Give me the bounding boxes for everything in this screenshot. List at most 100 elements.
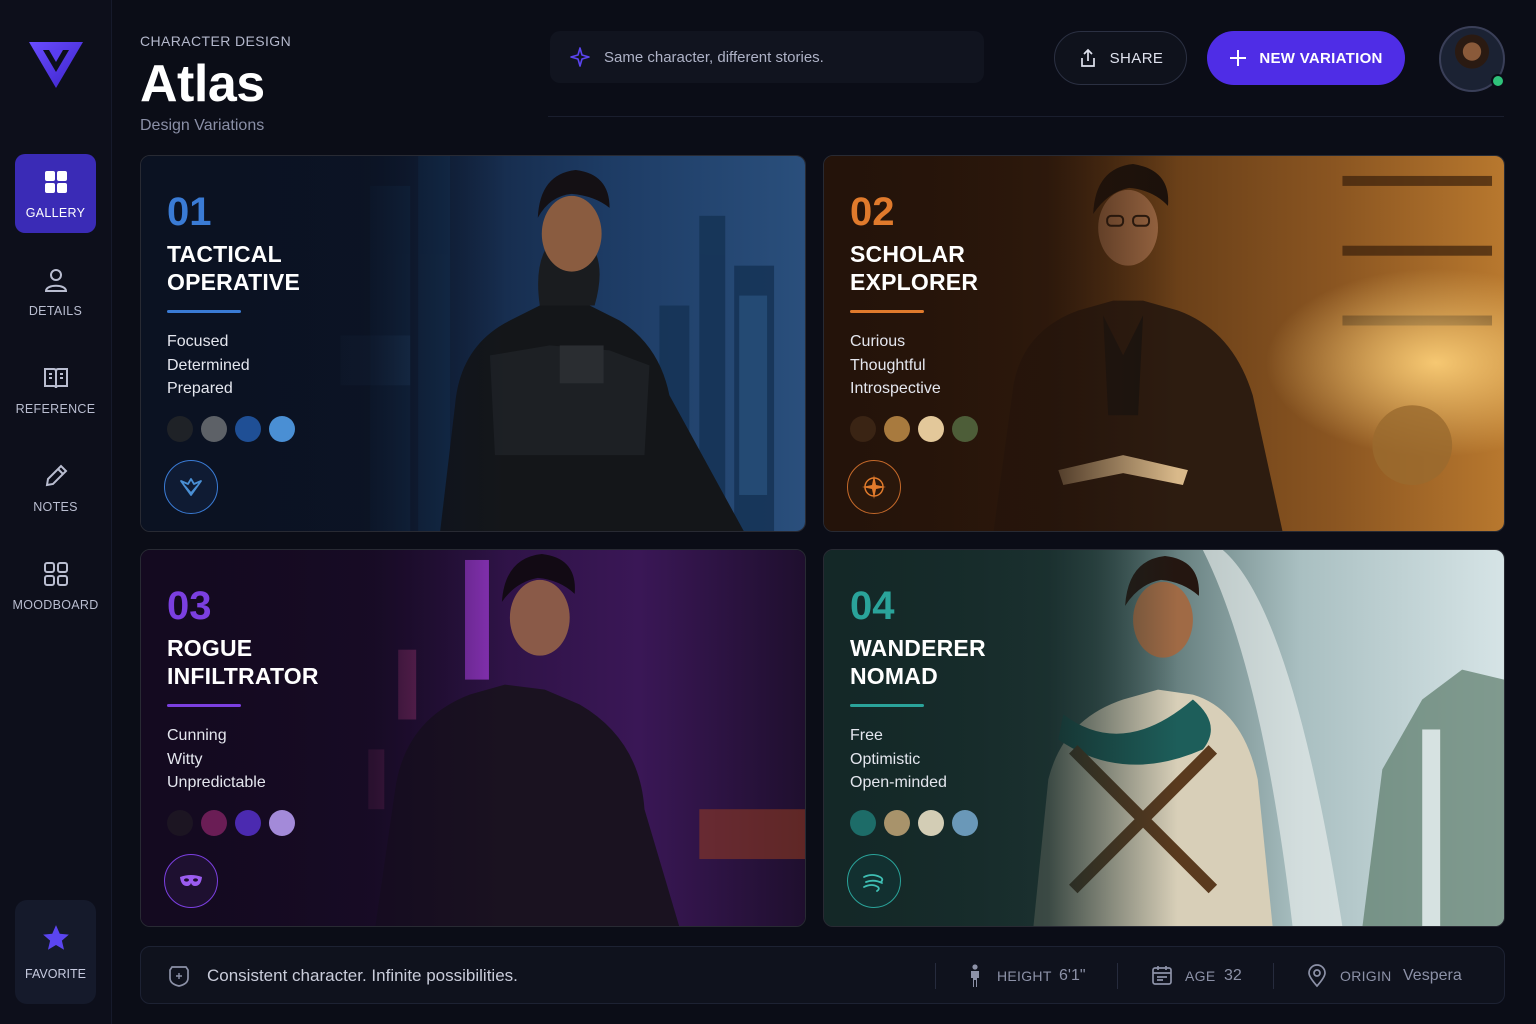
star-icon (42, 925, 69, 950)
card-traits: Focused Determined Prepared (167, 330, 250, 401)
character-stats-bar: Consistent character. Infinite possibili… (140, 946, 1505, 1004)
card-divider (850, 704, 924, 707)
tagline-text: Same character, different stories. (604, 48, 824, 66)
header-divider (548, 116, 1504, 117)
color-swatch[interactable] (884, 416, 910, 442)
card-number: 04 (850, 584, 895, 628)
page-eyebrow: CHARACTER DESIGN (140, 33, 292, 49)
sidebar-item-label: NOTES (33, 499, 78, 514)
share-icon (1080, 48, 1095, 67)
online-status-indicator (1491, 74, 1505, 88)
sidebar-item-label: GALLERY (25, 205, 86, 220)
share-button[interactable]: SHARE (1054, 31, 1187, 85)
trait: Prepared (167, 380, 233, 397)
app-logo-icon[interactable] (27, 38, 85, 90)
trait: Unpredictable (167, 774, 266, 791)
origin-label: ORIGIN (1340, 968, 1392, 984)
favorite-label: FAVORITE (25, 967, 86, 981)
page-subtitle: Design Variations (140, 117, 265, 134)
card-number: 02 (850, 190, 895, 234)
person-height-icon (971, 964, 979, 987)
height-label: HEIGHT (997, 968, 1052, 984)
trait: Thoughtful (850, 356, 926, 374)
card-divider (850, 310, 924, 313)
color-swatch[interactable] (850, 810, 876, 836)
color-swatch[interactable] (918, 810, 944, 836)
trait: Optimistic (850, 750, 921, 768)
sidebar-item-label: DETAILS (28, 303, 83, 318)
footer-motto: Consistent character. Infinite possibili… (207, 966, 518, 985)
sidebar-item-gallery[interactable]: GALLERY (15, 154, 96, 233)
color-palette (850, 416, 978, 442)
trait: Curious (850, 333, 906, 350)
color-swatch[interactable] (269, 810, 295, 836)
share-label: SHARE (1109, 49, 1164, 67)
trait: Introspective (850, 380, 941, 397)
variation-card-rogue[interactable]: 03 ROGUE INFILTRATOR Cunning Witty Unpre… (140, 549, 806, 927)
sidebar-item-notes[interactable]: NOTES (15, 448, 96, 527)
height-value: 6'1" (1059, 967, 1086, 984)
card-title: SCHOLAR EXPLORER (850, 241, 979, 295)
card-traits: Cunning Witty Unpredictable (167, 724, 266, 795)
variation-card-tactical[interactable]: 01 TACTICAL OPERATIVE Focused Determined… (140, 155, 806, 532)
new-variation-button[interactable]: NEW VARIATION (1207, 31, 1405, 85)
shield-icon (169, 966, 189, 987)
color-swatch[interactable] (884, 810, 910, 836)
card-title: WANDERER NOMAD (850, 635, 986, 689)
color-swatch[interactable] (850, 416, 876, 442)
sidebar-item-reference[interactable]: REFERENCE (15, 350, 96, 429)
trait: Free (850, 727, 883, 744)
age-value: 32 (1224, 967, 1242, 984)
page-title: Atlas (140, 55, 265, 113)
age-label: AGE (1185, 968, 1216, 984)
trait: Focused (167, 333, 229, 350)
compass-emblem-icon (847, 460, 901, 514)
card-number: 01 (167, 190, 212, 234)
origin-value: Vespera (1403, 967, 1462, 984)
card-divider (167, 704, 241, 707)
sidebar-item-label: REFERENCE (15, 401, 96, 416)
wings-emblem-icon (164, 460, 218, 514)
divider (1273, 963, 1274, 989)
trait: Determined (167, 356, 250, 374)
color-palette (167, 416, 295, 442)
book-icon (43, 367, 68, 388)
sidebar-item-moodboard[interactable]: MOODBOARD (12, 546, 98, 625)
color-swatch[interactable] (235, 416, 261, 442)
plus-icon (1230, 50, 1247, 66)
tagline-box: Same character, different stories. (550, 31, 984, 83)
color-swatch[interactable] (952, 416, 978, 442)
card-traits: Free Optimistic Open-minded (850, 724, 947, 795)
card-traits: Curious Thoughtful Introspective (850, 330, 941, 401)
mask-emblem-icon (164, 854, 218, 908)
color-swatch[interactable] (235, 810, 261, 836)
color-swatch[interactable] (167, 416, 193, 442)
color-swatch[interactable] (167, 810, 193, 836)
divider (1117, 963, 1118, 989)
trait: Witty (167, 750, 203, 768)
variation-card-wanderer[interactable]: 04 WANDERER NOMAD Free Optimistic Open-m… (823, 549, 1505, 927)
location-pin-icon (1308, 964, 1326, 988)
trait: Open-minded (850, 774, 947, 791)
divider (935, 963, 936, 989)
color-swatch[interactable] (952, 810, 978, 836)
pencil-icon (45, 464, 67, 486)
favorite-button[interactable]: FAVORITE (15, 900, 96, 1004)
user-icon (44, 268, 67, 292)
variation-card-scholar[interactable]: 02 SCHOLAR EXPLORER Curious Thoughtful I… (823, 155, 1505, 532)
color-swatch[interactable] (201, 416, 227, 442)
color-swatch[interactable] (269, 416, 295, 442)
wind-emblem-icon (847, 854, 901, 908)
user-avatar[interactable] (1439, 26, 1505, 92)
moodboard-grid-icon (43, 561, 68, 586)
sidebar-item-details[interactable]: DETAILS (15, 252, 96, 331)
card-divider (167, 310, 241, 313)
color-palette (850, 810, 978, 836)
card-number: 03 (167, 584, 212, 628)
color-swatch[interactable] (918, 416, 944, 442)
color-swatch[interactable] (201, 810, 227, 836)
card-title: TACTICAL OPERATIVE (167, 241, 301, 295)
card-title: ROGUE INFILTRATOR (167, 635, 319, 689)
grid-icon (44, 170, 67, 193)
sparkle-icon (570, 47, 590, 67)
